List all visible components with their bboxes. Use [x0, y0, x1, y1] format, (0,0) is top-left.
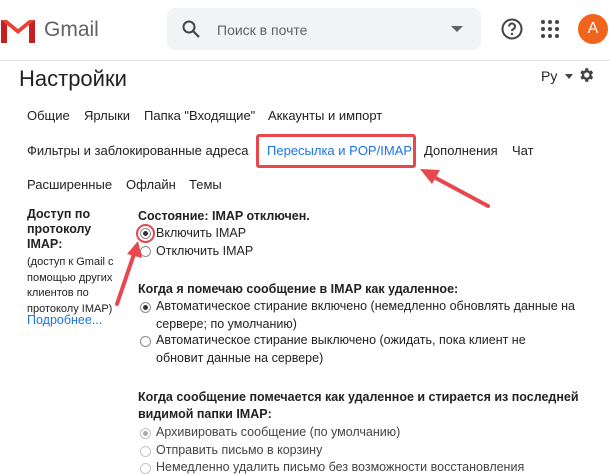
- language-chevron-down-icon[interactable]: [565, 74, 573, 79]
- auto-expunge-on-label[interactable]: Автоматическое стирание включено (немедл…: [156, 299, 575, 313]
- annotation-highlight-box: [256, 134, 416, 168]
- header-divider: [0, 60, 610, 61]
- help-icon[interactable]: [500, 17, 524, 41]
- archive-message-radio[interactable]: [140, 428, 151, 439]
- language-selector[interactable]: Ру: [541, 68, 557, 84]
- deleted-message-question: Когда сообщение помечается как удаленное…: [138, 390, 579, 404]
- move-to-trash-radio[interactable]: [140, 446, 151, 457]
- auto-expunge-on-radio[interactable]: [140, 302, 151, 313]
- imap-section-title: Доступ по протоколу IMAP:: [27, 207, 92, 251]
- imap-status: Состояние: IMAP отключен.: [138, 209, 310, 223]
- search-bar: [167, 8, 481, 50]
- enable-imap-label[interactable]: Включить IMAP: [156, 226, 246, 240]
- auto-expunge-off-radio[interactable]: [140, 336, 151, 347]
- tab-addons[interactable]: Дополнения: [424, 143, 498, 158]
- delete-forever-radio[interactable]: [140, 463, 151, 474]
- auto-expunge-off-label[interactable]: Автоматическое стирание выключено (ожида…: [156, 333, 526, 347]
- auto-expunge-on-label-cont[interactable]: сервере; по умолчанию): [156, 317, 297, 331]
- auto-expunge-off-label-cont[interactable]: обновит данные на сервере): [156, 351, 323, 365]
- move-to-trash-label[interactable]: Отправить письмо в корзину: [156, 443, 322, 457]
- search-icon[interactable]: [181, 19, 201, 39]
- tab-themes[interactable]: Темы: [189, 177, 222, 192]
- delete-forever-label[interactable]: Немедленно удалить письмо без возможност…: [156, 460, 524, 474]
- imap-section-label: Доступ по протоколу IMAP: (доступ к Gmai…: [27, 207, 129, 317]
- learn-more-link[interactable]: Подробнее...: [27, 313, 102, 327]
- archive-message-label[interactable]: Архивировать сообщение (по умолчанию): [156, 425, 400, 439]
- gear-icon[interactable]: [577, 66, 595, 84]
- search-options-chevron-down-icon[interactable]: [451, 26, 463, 32]
- expunge-question: Когда я помечаю сообщение в IMAP как уда…: [138, 282, 459, 296]
- gmail-logo-text[interactable]: Gmail: [44, 18, 99, 42]
- deleted-message-question-cont: видимой папки IMAP:: [138, 407, 272, 421]
- tab-filters-blocked[interactable]: Фильтры и заблокированные адреса: [27, 143, 248, 158]
- tab-inbox[interactable]: Папка "Входящие": [144, 108, 255, 123]
- tab-accounts-import[interactable]: Аккаунты и импорт: [268, 108, 382, 123]
- page-title: Настройки: [19, 66, 127, 91]
- disable-imap-label[interactable]: Отключить IMAP: [156, 244, 253, 258]
- search-input[interactable]: [215, 18, 439, 42]
- avatar[interactable]: A: [578, 14, 608, 44]
- imap-section-note: (доступ к Gmail с помощью других клиенто…: [27, 256, 114, 315]
- tab-offline[interactable]: Офлайн: [126, 177, 176, 192]
- tab-labels[interactable]: Ярлыки: [84, 108, 130, 123]
- gmail-logo-icon[interactable]: [0, 16, 36, 44]
- app-header: Gmail A: [0, 0, 610, 60]
- tab-general[interactable]: Общие: [27, 108, 70, 123]
- tab-advanced[interactable]: Расширенные: [27, 177, 112, 192]
- disable-imap-radio[interactable]: [140, 246, 151, 257]
- arrow-to-tab: [420, 169, 490, 208]
- apps-grid-icon[interactable]: [540, 19, 560, 39]
- tab-chat[interactable]: Чат: [512, 143, 534, 158]
- annotation-radio-ring: [136, 224, 155, 243]
